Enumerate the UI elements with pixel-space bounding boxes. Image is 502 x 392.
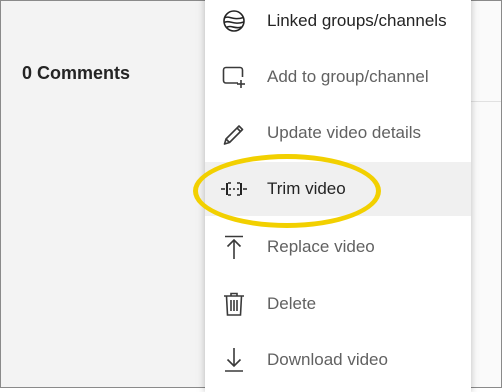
trash-icon [220, 290, 248, 318]
menu-item-linked-groups[interactable]: Linked groups/channels [205, 0, 471, 48]
pencil-icon [220, 119, 248, 147]
menu-item-delete[interactable]: Delete [205, 277, 471, 331]
right-panel [471, 1, 501, 387]
menu-item-add-to-channel[interactable]: Add to group/channel [205, 50, 471, 104]
upload-arrow-icon [220, 233, 248, 261]
trim-icon [220, 175, 248, 203]
add-to-channel-icon [220, 63, 248, 91]
menu-item-label: Trim video [267, 179, 346, 198]
menu-item-trim-video[interactable]: Trim video [205, 162, 471, 216]
download-arrow-icon [220, 346, 248, 374]
menu-item-label: Download video [267, 350, 388, 369]
menu-item-update-details[interactable]: Update video details [205, 106, 471, 160]
menu-item-label: Linked groups/channels [267, 11, 447, 30]
menu-item-replace-video[interactable]: Replace video [205, 220, 471, 274]
video-options-menu: Linked groups/channels Add to group/chan… [205, 0, 471, 392]
menu-item-label: Replace video [267, 237, 375, 256]
menu-item-label: Update video details [267, 123, 422, 142]
comments-heading: 0 Comments [22, 63, 131, 83]
linked-groups-icon [220, 7, 248, 35]
menu-item-download-video[interactable]: Download video [205, 333, 471, 387]
menu-item-label: Delete [267, 294, 317, 313]
menu-item-label: Add to group/channel [267, 67, 429, 86]
divider [471, 101, 501, 102]
